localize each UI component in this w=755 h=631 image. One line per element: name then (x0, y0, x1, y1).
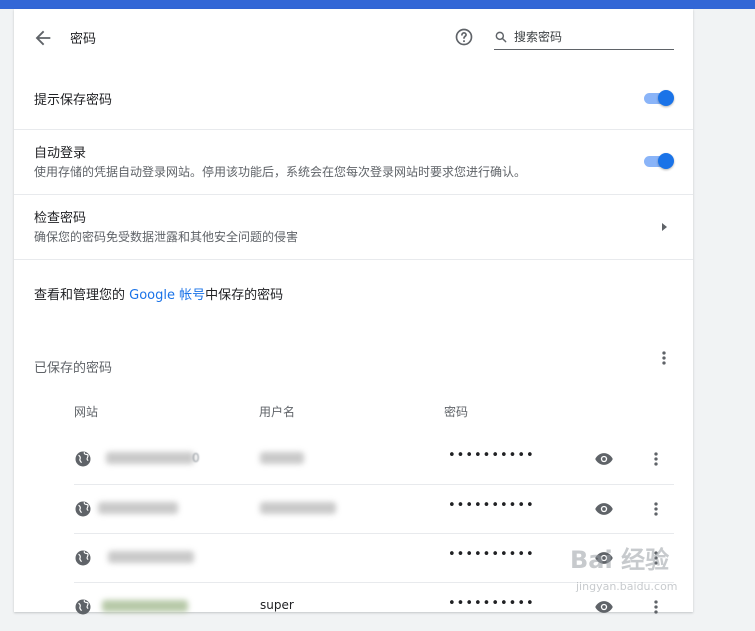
password-row: •••••••••• (74, 484, 674, 533)
offer-to-save-row: 提示保存密码 (14, 67, 693, 130)
account-line-suffix: 中保存的密码 (205, 288, 284, 303)
eye-icon (595, 453, 613, 465)
more-vert-icon (654, 502, 658, 516)
blurred-username (260, 502, 336, 514)
show-password-button[interactable] (594, 499, 614, 519)
more-vert-icon (654, 551, 658, 565)
auto-signin-toggle[interactable] (642, 153, 674, 169)
blurred-site (102, 600, 188, 612)
show-password-button[interactable] (594, 548, 614, 568)
page-header: 密码 (14, 9, 693, 67)
google-account-line: 查看和管理您的 Google 帐号中保存的密码 (34, 284, 283, 303)
check-passwords-description: 确保您的密码免受数据泄露和其他安全问题的侵害 (34, 230, 299, 244)
password-value: •••••••••• (448, 547, 535, 562)
auto-signin-row: 自动登录 使用存储的凭据自动登录网站。停用该功能后，系统会在您每次登录网站时要求… (14, 130, 693, 195)
offer-to-save-toggle[interactable] (642, 90, 674, 106)
blurred-site (108, 551, 194, 563)
row-more-button[interactable] (646, 597, 666, 617)
eye-icon (595, 601, 613, 613)
back-arrow-icon (35, 30, 51, 46)
row-more-button[interactable] (646, 548, 666, 568)
auto-signin-label: 自动登录 (34, 146, 87, 161)
top-color-bar (0, 0, 755, 9)
toggle-knob (658, 153, 674, 169)
help-button[interactable] (454, 27, 474, 47)
password-row: •••••••••• (74, 533, 674, 582)
more-vert-icon (654, 452, 658, 466)
globe-icon (75, 599, 91, 615)
google-account-link[interactable]: Google 帐号 (129, 288, 205, 303)
globe-icon (75, 501, 91, 517)
help-icon (455, 28, 473, 46)
row-more-button[interactable] (646, 449, 666, 469)
search-box (494, 27, 674, 50)
password-value: •••••••••• (448, 596, 535, 611)
globe-icon (75, 550, 91, 566)
auto-signin-description: 使用存储的凭据自动登录网站。停用该功能后，系统会在您每次登录网站时要求您进行确认… (34, 165, 527, 179)
blurred-site (106, 452, 194, 464)
blurred-site (98, 502, 178, 514)
offer-to-save-label: 提示保存密码 (34, 93, 113, 108)
search-icon (495, 31, 507, 43)
password-row: super •••••••••• (74, 582, 674, 631)
search-input[interactable] (514, 27, 669, 47)
globe-icon (75, 451, 91, 467)
show-password-button[interactable] (594, 449, 614, 469)
back-button[interactable] (32, 27, 54, 49)
column-header-password: 密码 (444, 405, 469, 419)
column-header-site: 网站 (74, 405, 99, 419)
password-value: •••••••••• (448, 448, 535, 463)
site-name: 0 (192, 451, 200, 465)
passwords-card: 密码 提示保存密码 自动登录 使用存储的凭据自动登录网站。停用该功能后，系统会在… (14, 9, 693, 615)
username-value: super (260, 598, 294, 612)
saved-passwords-menu-button[interactable] (654, 348, 674, 368)
check-passwords-label: 检查密码 (34, 211, 87, 226)
column-header-username: 用户名 (259, 405, 296, 419)
show-password-button[interactable] (594, 597, 614, 617)
password-row: 0 •••••••••• (74, 435, 674, 483)
eye-icon (595, 503, 613, 515)
blurred-username (260, 452, 304, 464)
chevron-right-icon (662, 223, 667, 231)
eye-icon (595, 552, 613, 564)
row-more-button[interactable] (646, 499, 666, 519)
check-passwords-row[interactable]: 检查密码 确保您的密码免受数据泄露和其他安全问题的侵害 (14, 195, 693, 260)
more-vert-icon (662, 351, 666, 365)
toggle-knob (658, 90, 674, 106)
page-title: 密码 (70, 32, 97, 47)
more-vert-icon (654, 600, 658, 614)
password-value: •••••••••• (448, 498, 535, 513)
saved-passwords-title: 已保存的密码 (34, 361, 113, 376)
account-line-prefix: 查看和管理您的 (34, 288, 130, 303)
